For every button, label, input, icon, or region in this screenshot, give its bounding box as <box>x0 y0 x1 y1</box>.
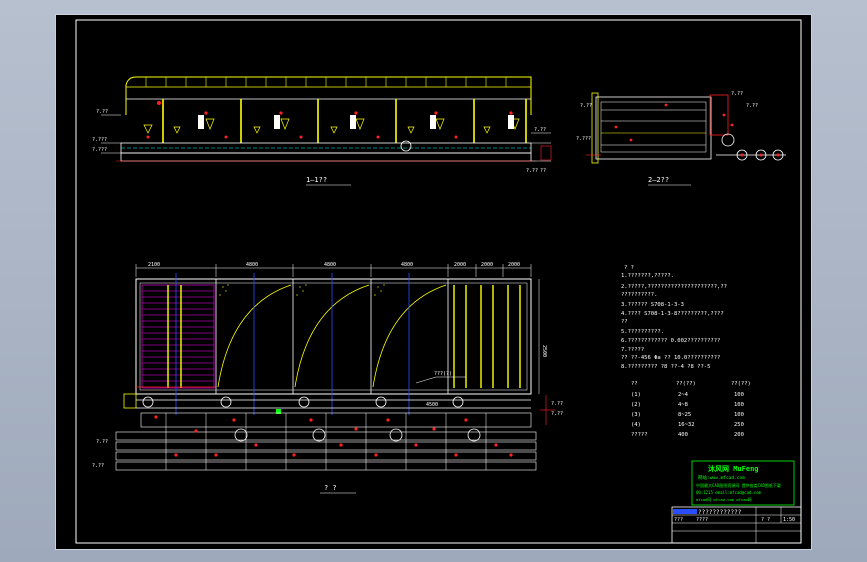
section-2-2: ?.?? ?.??? ?.?? ?.?? 2—2?? <box>576 91 786 186</box>
svg-text:?.??: ?.?? <box>580 103 592 109</box>
cad-viewer: ?.?? ?.??? ?.??? ?.?? ?.?? ?? 1—1?? ?.??… <box>0 0 867 562</box>
svg-text:?.??: ?.?? <box>551 411 563 417</box>
notes-heading: ? ? <box>624 265 634 271</box>
table-cell: (1) <box>631 392 641 398</box>
table-cell: ????? <box>631 432 648 438</box>
table-cell: 16~32 <box>678 422 695 428</box>
drawing-title: ???????????? <box>698 509 742 516</box>
svg-text:?.??: ?.?? <box>534 127 546 133</box>
drawing-scale: 1:50 <box>783 517 795 523</box>
note-line: 3.?????? S708-1-3-3 <box>621 302 684 308</box>
table-cell: 4~8 <box>678 402 688 408</box>
section-1-label: 1—1?? <box>306 176 327 184</box>
side-dim: 2500 <box>541 345 547 357</box>
title-code-mid: ???? <box>696 517 708 523</box>
table-cell: 400 <box>678 432 688 438</box>
watermark-line: QQ:1215 email:mfcad@cad.com <box>696 490 762 495</box>
table-cell: 250 <box>734 422 744 428</box>
title-block: ???????????? ??? ???? ? ? 1:50 <box>671 506 802 544</box>
table-header: ?? <box>631 381 638 387</box>
drawing-sheet: ?.?? ?.??? ?.??? ?.?? ?.?? ?? 1—1?? ?.??… <box>55 14 812 550</box>
cad-drawing: ?.?? ?.??? ?.??? ?.?? ?.?? ?? 1—1?? ?.??… <box>75 19 802 544</box>
svg-text:?.??: ?.?? <box>526 168 538 174</box>
plan-callout: ???(?) <box>434 371 452 377</box>
note-line: ?? <box>621 319 628 325</box>
svg-text:?.??: ?.?? <box>551 401 563 407</box>
dim-5: 2000 <box>481 262 493 268</box>
drawing-number: ? ? <box>761 517 770 523</box>
section-2-label: 2—2?? <box>648 176 669 184</box>
table-cell: (4) <box>631 422 641 428</box>
dim-6: 2000 <box>508 262 520 268</box>
note-line: 7.????? <box>621 347 644 353</box>
dim-4: 2000 <box>454 262 466 268</box>
note-line: 1.???????,?????. <box>621 273 674 279</box>
table-header: ??(??) <box>731 381 751 387</box>
svg-text:??: ?? <box>540 168 546 174</box>
svg-text:?.??: ?.?? <box>92 463 104 469</box>
table-cell: (2) <box>631 402 641 408</box>
watermark-brand: 沐风网 MuFeng <box>708 464 759 473</box>
watermark-box: 沐风网 MuFeng 网站:www.mfcad.com 中国最大CAD图纸资源网… <box>691 460 795 506</box>
table-cell: 200 <box>734 432 744 438</box>
svg-text:?.???: ?.??? <box>92 137 107 143</box>
dim-3: 4800 <box>401 262 413 268</box>
svg-text:?.??: ?.?? <box>96 109 108 115</box>
watermark-line: mfcad网 mfcad.com mfcad网 <box>696 497 752 502</box>
note-line: 5.??????????. <box>621 329 664 335</box>
table-cell: 8~25 <box>678 412 691 418</box>
note-line: 6.???????????? 0.002?????????? <box>621 338 720 344</box>
svg-text:?.???: ?.??? <box>576 136 591 142</box>
gradation-table: ?? ??(??) ??(??) (1) 2~4 100 (2) 4~8 100… <box>631 381 751 438</box>
dim-2: 4800 <box>324 262 336 268</box>
dim-0: 2100 <box>148 262 160 268</box>
note-line: 2.?????,?????????????????????,?? <box>621 284 727 290</box>
note-line: ?? ??-456 Φa ?? 10.0?????????? <box>621 355 720 361</box>
table-cell: (3) <box>631 412 641 418</box>
note-line: 4.???? S708-1-3-8?????????,???? <box>621 311 724 317</box>
svg-text:?.??: ?.?? <box>746 103 758 109</box>
table-cell: 100 <box>734 412 744 418</box>
table-cell: 2~4 <box>678 392 689 398</box>
watermark-line: 中国最大CAD图纸资源网 提供各类CAD图纸下载 <box>696 482 781 488</box>
note-line: ??????????. <box>621 292 657 298</box>
table-cell: 100 <box>734 392 744 398</box>
section-1-1: ?.?? ?.??? ?.??? ?.?? ?.?? ?? 1—1?? <box>92 76 552 186</box>
table-header: ??(??) <box>676 381 696 387</box>
note-line: 8.????????? ?8 ??-4 ?8 ??-5 <box>621 364 710 370</box>
plan-dim-bottom: 4500 <box>426 402 438 408</box>
watermark-line: 网站:www.mfcad.com <box>698 474 745 481</box>
svg-text:?.??: ?.?? <box>731 91 743 97</box>
svg-text:?.???: ?.??? <box>92 147 107 153</box>
svg-text:?.??: ?.?? <box>96 439 108 445</box>
dim-1: 4800 <box>246 262 258 268</box>
plan-label: ? ? <box>324 484 337 492</box>
plan-view: 2100 4800 4800 4800 2000 2000 2000 ???(?… <box>92 262 563 494</box>
table-cell: 100 <box>734 402 744 408</box>
notes-block: ? ? 1.???????,?????. 2.?????,???????????… <box>621 265 751 438</box>
title-code-left: ??? <box>674 517 683 523</box>
